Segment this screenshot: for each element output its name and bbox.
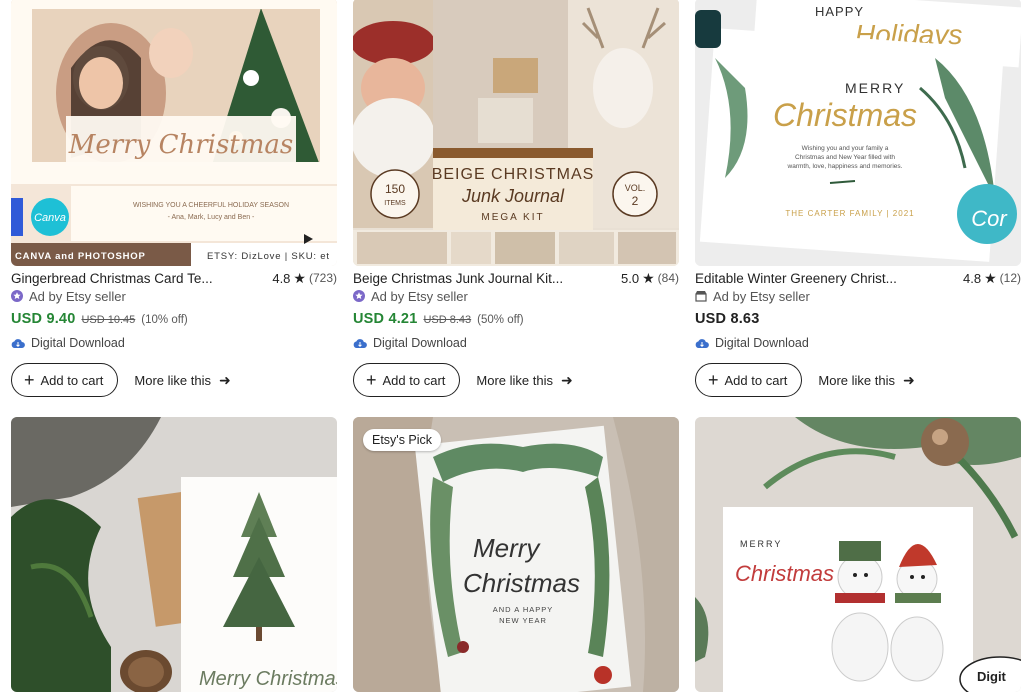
add-to-cart-button[interactable]: + Add to cart: [353, 363, 461, 397]
svg-text:Canva: Canva: [34, 212, 66, 224]
star-seller-icon: [353, 290, 365, 302]
rating-value: 5.0: [621, 270, 640, 286]
svg-text:Merry: Merry: [473, 533, 541, 563]
listing-actions: + Add to cart More like this ➜: [353, 362, 573, 398]
plus-icon: +: [708, 370, 719, 390]
sale-price: USD 4.21: [353, 311, 418, 327]
star-icon: ★: [984, 269, 997, 286]
svg-text:THE CARTER FAMILY | 2021: THE CARTER FAMILY | 2021: [785, 209, 914, 218]
svg-text:Christmas: Christmas: [735, 561, 834, 586]
digital-download-label: Digital Download: [353, 334, 467, 352]
plus-icon: +: [366, 370, 377, 390]
digital-download-label: Digital Download: [695, 334, 809, 352]
svg-text:MEGA KIT: MEGA KIT: [481, 212, 544, 223]
rating-value: 4.8: [272, 270, 291, 286]
more-like-this-link[interactable]: More like this ➜: [476, 372, 572, 389]
etsys-pick-badge: Etsy's Pick: [363, 429, 442, 451]
svg-text:2: 2: [632, 194, 639, 208]
svg-text:HAPPY: HAPPY: [815, 4, 864, 19]
ad-label: Ad by Etsy seller: [695, 287, 810, 305]
listing-rating: 4.8 ★ (12): [963, 270, 1021, 287]
cloud-download-icon: [353, 339, 367, 348]
svg-text:BEIGE CHRISTMAS: BEIGE CHRISTMAS: [432, 166, 595, 183]
listing-title[interactable]: Beige Christmas Junk Journal Kit...: [353, 271, 573, 286]
discount-label: (10% off): [141, 314, 188, 326]
svg-text:Christmas: Christmas: [463, 568, 580, 598]
review-count: (12): [999, 271, 1021, 285]
review-count: (723): [308, 271, 337, 285]
star-icon: ★: [642, 269, 655, 286]
svg-text:MERRY: MERRY: [740, 539, 782, 549]
digital-download-label: Digital Download: [11, 334, 125, 352]
svg-text:- Ana, Mark, Lucy and Ben -: - Ana, Mark, Lucy and Ben -: [168, 214, 255, 221]
listing-image[interactable]: Merry Christmas WISHING YOU A CHEERFUL H…: [11, 0, 337, 266]
svg-text:NEW YEAR: NEW YEAR: [499, 616, 547, 625]
svg-text:AND A HAPPY: AND A HAPPY: [493, 605, 554, 614]
listing-actions: + Add to cart More like this ➜: [11, 362, 231, 398]
svg-text:Cor: Cor: [971, 206, 1008, 231]
svg-text:Wishing you and your family a: Wishing you and your family a: [802, 145, 889, 152]
svg-text:CANVA and PHOTOSHOP: CANVA and PHOTOSHOP: [15, 251, 146, 262]
listing-image[interactable]: BEIGE CHRISTMAS Junk Journal MEGA KIT 15…: [353, 0, 679, 266]
image-caption: Merry Christmas: [68, 130, 294, 160]
listing-title[interactable]: Editable Winter Greenery Christ...: [695, 271, 915, 286]
price-row: USD 9.40 USD 10.45 (10% off): [11, 311, 188, 331]
ad-label: Ad by Etsy seller: [11, 287, 126, 305]
add-to-cart-button[interactable]: + Add to cart: [11, 363, 119, 397]
svg-text:ITEMS: ITEMS: [384, 200, 406, 207]
cloud-download-icon: [695, 339, 709, 348]
original-price: USD 8.43: [423, 314, 472, 326]
rating-value: 4.8: [963, 270, 982, 286]
more-like-this-link[interactable]: More like this ➜: [818, 372, 914, 389]
price-row: USD 8.63: [695, 311, 759, 331]
svg-text:WISHING YOU A CHEERFUL HOLIDAY: WISHING YOU A CHEERFUL HOLIDAY SEASON: [133, 202, 289, 209]
listing-actions: + Add to cart More like this ➜: [695, 362, 915, 398]
shop-icon: [695, 291, 707, 302]
star-icon: ★: [293, 269, 306, 286]
svg-text:ETSY: DizLove | SKU: et: ETSY: DizLove | SKU: et: [207, 251, 330, 262]
review-count: (84): [657, 271, 679, 285]
svg-text:150: 150: [385, 182, 405, 196]
star-seller-icon: [11, 290, 23, 302]
listing-image[interactable]: Merry Christmas AND A HAPPY NEW YEAR Ets…: [353, 417, 679, 692]
arrow-right-icon: ➜: [218, 371, 231, 388]
svg-text:Christmas and New Year filled: Christmas and New Year filled with: [795, 154, 895, 161]
arrow-right-icon: ➜: [560, 371, 573, 388]
listing-image[interactable]: HAPPY Holidays MERRY Christmas Wishing y…: [695, 0, 1021, 266]
svg-text:VOL.: VOL.: [625, 183, 646, 193]
listing-rating: 4.8 ★ (723): [272, 270, 337, 287]
svg-text:Merry Christmas: Merry Christmas: [199, 668, 337, 690]
listing-title-row: Gingerbread Christmas Card Te... 4.8 ★ (…: [11, 269, 337, 287]
sale-price: USD 9.40: [11, 311, 76, 327]
original-price: USD 10.45: [81, 314, 136, 326]
price-row: USD 4.21 USD 8.43 (50% off): [353, 311, 524, 331]
plus-icon: +: [24, 370, 35, 390]
svg-text:MERRY: MERRY: [845, 80, 905, 96]
ad-label: Ad by Etsy seller: [353, 287, 468, 305]
svg-text:warmth, love, happiness and me: warmth, love, happiness and memories.: [787, 163, 903, 170]
listing-rating: 5.0 ★ (84): [621, 270, 679, 287]
arrow-right-icon: ➜: [902, 371, 915, 388]
listing-image[interactable]: Merry Christmas: [11, 417, 337, 692]
listing-title-row: Beige Christmas Junk Journal Kit... 5.0 …: [353, 269, 679, 287]
listing-title-row: Editable Winter Greenery Christ... 4.8 ★…: [695, 269, 1021, 287]
svg-text:Junk Journal: Junk Journal: [461, 186, 565, 206]
price: USD 8.63: [695, 311, 760, 327]
listing-title[interactable]: Gingerbread Christmas Card Te...: [11, 271, 231, 286]
svg-text:Christmas: Christmas: [773, 97, 917, 133]
discount-label: (50% off): [477, 314, 524, 326]
add-to-cart-button[interactable]: + Add to cart: [695, 363, 803, 397]
listing-image[interactable]: MERRY Christmas Digit: [695, 417, 1021, 692]
more-like-this-link[interactable]: More like this ➜: [134, 372, 230, 389]
cloud-download-icon: [11, 339, 25, 348]
